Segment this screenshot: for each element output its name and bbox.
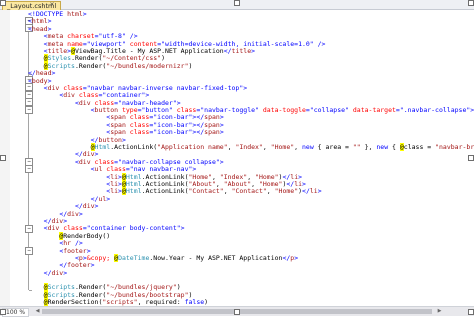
code-token: .Now.Year - My ASP.NET Application	[149, 254, 282, 262]
code-token: </	[224, 47, 232, 55]
code-token: .Render(	[75, 62, 106, 70]
resize-handle[interactable]	[468, 309, 474, 315]
code-token: "Application name"	[157, 143, 227, 151]
code-token: >	[220, 128, 224, 136]
code-token: {	[388, 143, 400, 151]
code-token: li	[110, 187, 118, 195]
code-token: "Home"	[271, 143, 294, 151]
code-token: )	[188, 62, 192, 70]
resize-handle[interactable]	[468, 0, 474, 6]
code-editor[interactable]: − − − − − − − − − − − <!DOCTYPE html><ht…	[0, 10, 474, 306]
code-line[interactable]: </div>	[28, 211, 474, 218]
code-token: data-target	[353, 106, 396, 114]
scroll-left-icon[interactable]: ◀	[34, 308, 41, 315]
code-line[interactable]: </footer>	[28, 262, 474, 269]
code-token: "Index"	[235, 143, 262, 151]
code-token: "Contact"	[232, 187, 267, 195]
code-token: >	[91, 261, 95, 269]
code-token: span	[204, 128, 220, 136]
code-token: new	[376, 143, 388, 151]
resize-handle[interactable]	[0, 155, 6, 161]
code-token: .ActionLink(	[110, 143, 157, 151]
code-line[interactable]: @Scripts.Render("~/bundles/modernizr")	[28, 63, 474, 70]
code-token: footer	[67, 261, 90, 269]
code-token: >	[318, 187, 322, 195]
code-token: "navbar-brand"	[435, 143, 474, 151]
code-token: >	[294, 254, 298, 262]
code-token: >	[251, 47, 255, 55]
resize-handle[interactable]	[234, 309, 240, 315]
code-line[interactable]: <p>&copy; @DateTime.Now.Year - My ASP.NE…	[28, 255, 474, 262]
code-token: data-toggle	[263, 106, 306, 114]
code-token: "~/bundles/modernizr"	[106, 62, 188, 70]
code-token: ,	[263, 143, 271, 151]
code-token: =".navbar-collapse">	[396, 106, 474, 114]
code-line[interactable]: </head>	[28, 70, 474, 77]
scroll-right-icon[interactable]: ▶	[436, 308, 443, 315]
code-line[interactable]: </div>	[28, 270, 474, 277]
code-token: >	[83, 10, 87, 18]
zoom-level[interactable]: 100 %	[2, 308, 29, 317]
code-line[interactable]: <html>	[28, 18, 474, 25]
code-token: Html	[126, 187, 142, 195]
code-line[interactable]: @RenderBody()	[28, 233, 474, 240]
code-token: >	[63, 269, 67, 277]
code-token: "scripts"	[102, 298, 137, 306]
code-line[interactable]: </div>	[28, 203, 474, 210]
code-token: false	[185, 298, 205, 306]
code-line[interactable]: <!DOCTYPE html>	[28, 11, 474, 18]
code-token: html	[67, 10, 83, 18]
code-token: title	[232, 47, 252, 55]
code-token: , required:	[138, 298, 185, 306]
code-token: ,	[224, 187, 232, 195]
code-token: )	[204, 298, 208, 306]
code-token: </	[302, 187, 310, 195]
code-token: >	[106, 195, 110, 203]
close-icon[interactable]: ×	[49, 1, 55, 9]
outlining-margin: − − − − − − − − − − −	[10, 10, 25, 306]
code-token: RenderSection(	[48, 298, 103, 306]
code-token: },	[361, 143, 377, 151]
code-token: div	[67, 210, 79, 218]
resize-handle[interactable]	[0, 0, 6, 6]
code-token: ,	[267, 187, 275, 195]
code-token: ,	[294, 143, 302, 151]
code-token: class	[130, 128, 150, 136]
code-token: li	[310, 187, 318, 195]
code-token: ="icon-bar"></	[149, 128, 204, 136]
code-token: class =	[404, 143, 435, 151]
resize-handle[interactable]	[468, 155, 474, 161]
code-token: >	[51, 69, 55, 77]
code-token: >	[95, 202, 99, 210]
code-token: ="collapse"	[306, 106, 353, 114]
code-token: { area =	[314, 143, 353, 151]
resize-handle[interactable]	[0, 309, 6, 315]
code-token: ""	[353, 143, 361, 151]
resize-handle[interactable]	[234, 0, 240, 6]
code-token: .ActionLink(	[142, 187, 189, 195]
code-token: div	[51, 269, 63, 277]
code-token: div	[83, 202, 95, 210]
code-line[interactable]: @RenderSection("scripts", required: fals…	[28, 299, 474, 306]
code-token: "Contact"	[189, 187, 224, 195]
code-text[interactable]: <!DOCTYPE html><html><head> <meta charse…	[28, 11, 474, 306]
code-token: DateTime	[118, 254, 149, 262]
code-token	[28, 269, 44, 277]
code-token: new	[302, 143, 314, 151]
code-line[interactable]: <hr />	[28, 240, 474, 247]
code-token: >	[79, 210, 83, 218]
code-token: "Home"	[275, 187, 298, 195]
